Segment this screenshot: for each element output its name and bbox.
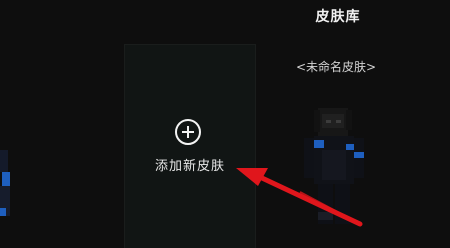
skin-library-screen: 皮肤库 添加新皮肤 <未命名皮肤> xyxy=(0,0,450,248)
skin-preview-figure[interactable] xyxy=(300,100,370,230)
partial-skin-figure-left xyxy=(0,150,10,216)
plus-circle-icon[interactable] xyxy=(175,119,201,145)
add-new-skin-label[interactable]: 添加新皮肤 xyxy=(140,155,240,174)
page-title: 皮肤库 xyxy=(315,9,361,25)
unnamed-skin-label: <未命名皮肤> xyxy=(295,60,377,74)
add-new-skin-card[interactable] xyxy=(124,44,256,248)
